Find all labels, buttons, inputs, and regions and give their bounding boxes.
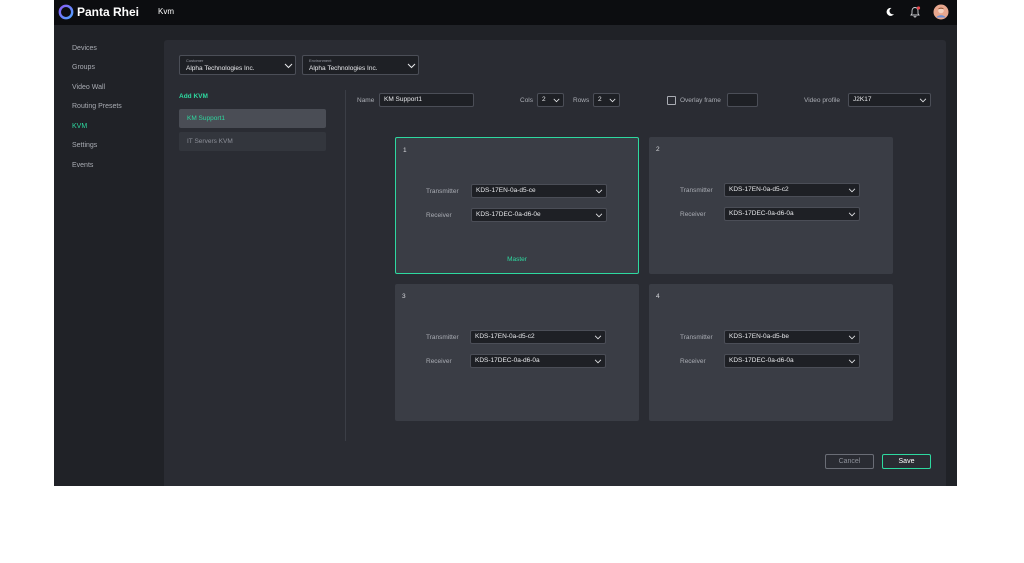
transmitter-select[interactable]: KDS-17EN-0a-d5-ce bbox=[471, 184, 607, 198]
breadcrumb: Kvm bbox=[158, 7, 174, 16]
video-profile-select[interactable]: J2K17 bbox=[848, 93, 931, 107]
kvm-list-item-km-support1[interactable]: KM Support1 bbox=[179, 109, 326, 128]
add-kvm-link[interactable]: Add KVM bbox=[179, 92, 208, 101]
kvm-cell-2[interactable]: 2 Transmitter KDS-17EN-0a-d5-c2 Receiver… bbox=[649, 137, 893, 274]
environment-select[interactable]: Environment Alpha Technologies Inc. bbox=[302, 55, 419, 75]
chevron-down-icon bbox=[848, 335, 856, 340]
transmitter-label: Transmitter bbox=[426, 334, 459, 341]
chevron-down-icon bbox=[594, 359, 602, 364]
rows-value: 2 bbox=[598, 96, 602, 103]
receiver-select[interactable]: KDS-17DEC-0a-d6-0a bbox=[724, 207, 860, 221]
receiver-value: KDS-17DEC-0a-d6-0a bbox=[475, 357, 540, 364]
sidebar-item-video-wall[interactable]: Video Wall bbox=[72, 83, 105, 93]
chevron-down-icon bbox=[284, 63, 293, 69]
cell-number: 3 bbox=[402, 293, 406, 300]
receiver-value: KDS-17DEC-0a-d6-0e bbox=[476, 211, 541, 218]
save-button[interactable]: Save bbox=[882, 454, 931, 469]
customer-select[interactable]: Customer Alpha Technologies Inc. bbox=[179, 55, 296, 75]
overlay-frame-input[interactable] bbox=[727, 93, 758, 107]
cols-label: Cols bbox=[520, 97, 534, 104]
receiver-select[interactable]: KDS-17DEC-0a-d6-0e bbox=[471, 208, 607, 222]
chevron-down-icon bbox=[595, 189, 603, 194]
name-input[interactable]: KM Support1 bbox=[379, 93, 474, 107]
receiver-value: KDS-17DEC-0a-d6-0a bbox=[729, 357, 794, 364]
receiver-select[interactable]: KDS-17DEC-0a-d6-0a bbox=[470, 354, 606, 368]
cell-number: 4 bbox=[656, 293, 660, 300]
transmitter-value: KDS-17EN-0a-d5-c2 bbox=[475, 333, 535, 340]
sidebar-item-settings[interactable]: Settings bbox=[72, 141, 97, 151]
cols-value: 2 bbox=[542, 96, 546, 103]
rows-label: Rows bbox=[573, 97, 590, 104]
chevron-down-icon bbox=[594, 335, 602, 340]
top-bar: Panta Rhei Kvm bbox=[54, 0, 957, 25]
bell-icon[interactable] bbox=[907, 4, 923, 20]
kvm-cell-3[interactable]: 3 Transmitter KDS-17EN-0a-d5-c2 Receiver… bbox=[395, 284, 639, 421]
cell-number: 2 bbox=[656, 146, 660, 153]
chevron-down-icon bbox=[609, 98, 616, 103]
chevron-down-icon bbox=[407, 63, 416, 69]
main-panel: Customer Alpha Technologies Inc. Environ… bbox=[164, 40, 946, 486]
sidebar-item-events[interactable]: Events bbox=[72, 161, 93, 171]
receiver-label: Receiver bbox=[680, 211, 706, 218]
sidebar: Devices Groups Video Wall Routing Preset… bbox=[54, 25, 164, 486]
kvm-list-item-it-servers-kvm[interactable]: IT Servers KVM bbox=[179, 132, 326, 151]
panta-rhei-logo-icon[interactable] bbox=[58, 4, 74, 20]
transmitter-label: Transmitter bbox=[426, 188, 459, 195]
notification-dot bbox=[916, 6, 921, 10]
receiver-label: Receiver bbox=[426, 358, 452, 365]
transmitter-value: KDS-17EN-0a-d5-ce bbox=[476, 187, 536, 194]
chevron-down-icon bbox=[595, 213, 603, 218]
transmitter-select[interactable]: KDS-17EN-0a-d5-c2 bbox=[470, 330, 606, 344]
chevron-down-icon bbox=[553, 98, 560, 103]
overlay-frame-label: Overlay frame bbox=[680, 97, 721, 104]
sidebar-item-groups[interactable]: Groups bbox=[72, 63, 95, 73]
sidebar-item-kvm[interactable]: KVM bbox=[72, 122, 87, 132]
video-profile-label: Video profile bbox=[804, 97, 841, 104]
transmitter-value: KDS-17EN-0a-d5-be bbox=[729, 333, 789, 340]
video-profile-value: J2K17 bbox=[853, 96, 872, 103]
app-window: Panta Rhei Kvm Devices Groups Video Wall bbox=[54, 0, 957, 486]
transmitter-select[interactable]: KDS-17EN-0a-d5-c2 bbox=[724, 183, 860, 197]
receiver-label: Receiver bbox=[426, 212, 452, 219]
kvm-cell-1[interactable]: 1 Transmitter KDS-17EN-0a-d5-ce Receiver… bbox=[395, 137, 639, 274]
receiver-label: Receiver bbox=[680, 358, 706, 365]
chevron-down-icon bbox=[848, 188, 856, 193]
cols-select[interactable]: 2 bbox=[537, 93, 564, 107]
avatar[interactable] bbox=[933, 4, 949, 20]
transmitter-value: KDS-17EN-0a-d5-c2 bbox=[729, 186, 789, 193]
moon-icon[interactable] bbox=[882, 4, 898, 20]
transmitter-select[interactable]: KDS-17EN-0a-d5-be bbox=[724, 330, 860, 344]
master-badge: Master bbox=[507, 256, 527, 263]
cell-number: 1 bbox=[403, 147, 407, 154]
customer-value: Alpha Technologies Inc. bbox=[186, 65, 255, 72]
receiver-select[interactable]: KDS-17DEC-0a-d6-0a bbox=[724, 354, 860, 368]
chevron-down-icon bbox=[848, 212, 856, 217]
chevron-down-icon bbox=[848, 359, 856, 364]
rows-select[interactable]: 2 bbox=[593, 93, 620, 107]
sidebar-item-devices[interactable]: Devices bbox=[72, 44, 97, 54]
brand-name: Panta Rhei bbox=[77, 5, 140, 19]
cancel-button[interactable]: Cancel bbox=[825, 454, 874, 469]
receiver-value: KDS-17DEC-0a-d6-0a bbox=[729, 210, 794, 217]
name-label: Name bbox=[357, 97, 375, 104]
transmitter-label: Transmitter bbox=[680, 187, 713, 194]
environment-value: Alpha Technologies Inc. bbox=[309, 65, 378, 72]
panel-divider bbox=[345, 90, 346, 441]
transmitter-label: Transmitter bbox=[680, 334, 713, 341]
sidebar-item-routing-presets[interactable]: Routing Presets bbox=[72, 102, 122, 112]
chevron-down-icon bbox=[919, 98, 927, 103]
kvm-cell-4[interactable]: 4 Transmitter KDS-17EN-0a-d5-be Receiver… bbox=[649, 284, 893, 421]
overlay-frame-checkbox[interactable] bbox=[667, 96, 676, 105]
